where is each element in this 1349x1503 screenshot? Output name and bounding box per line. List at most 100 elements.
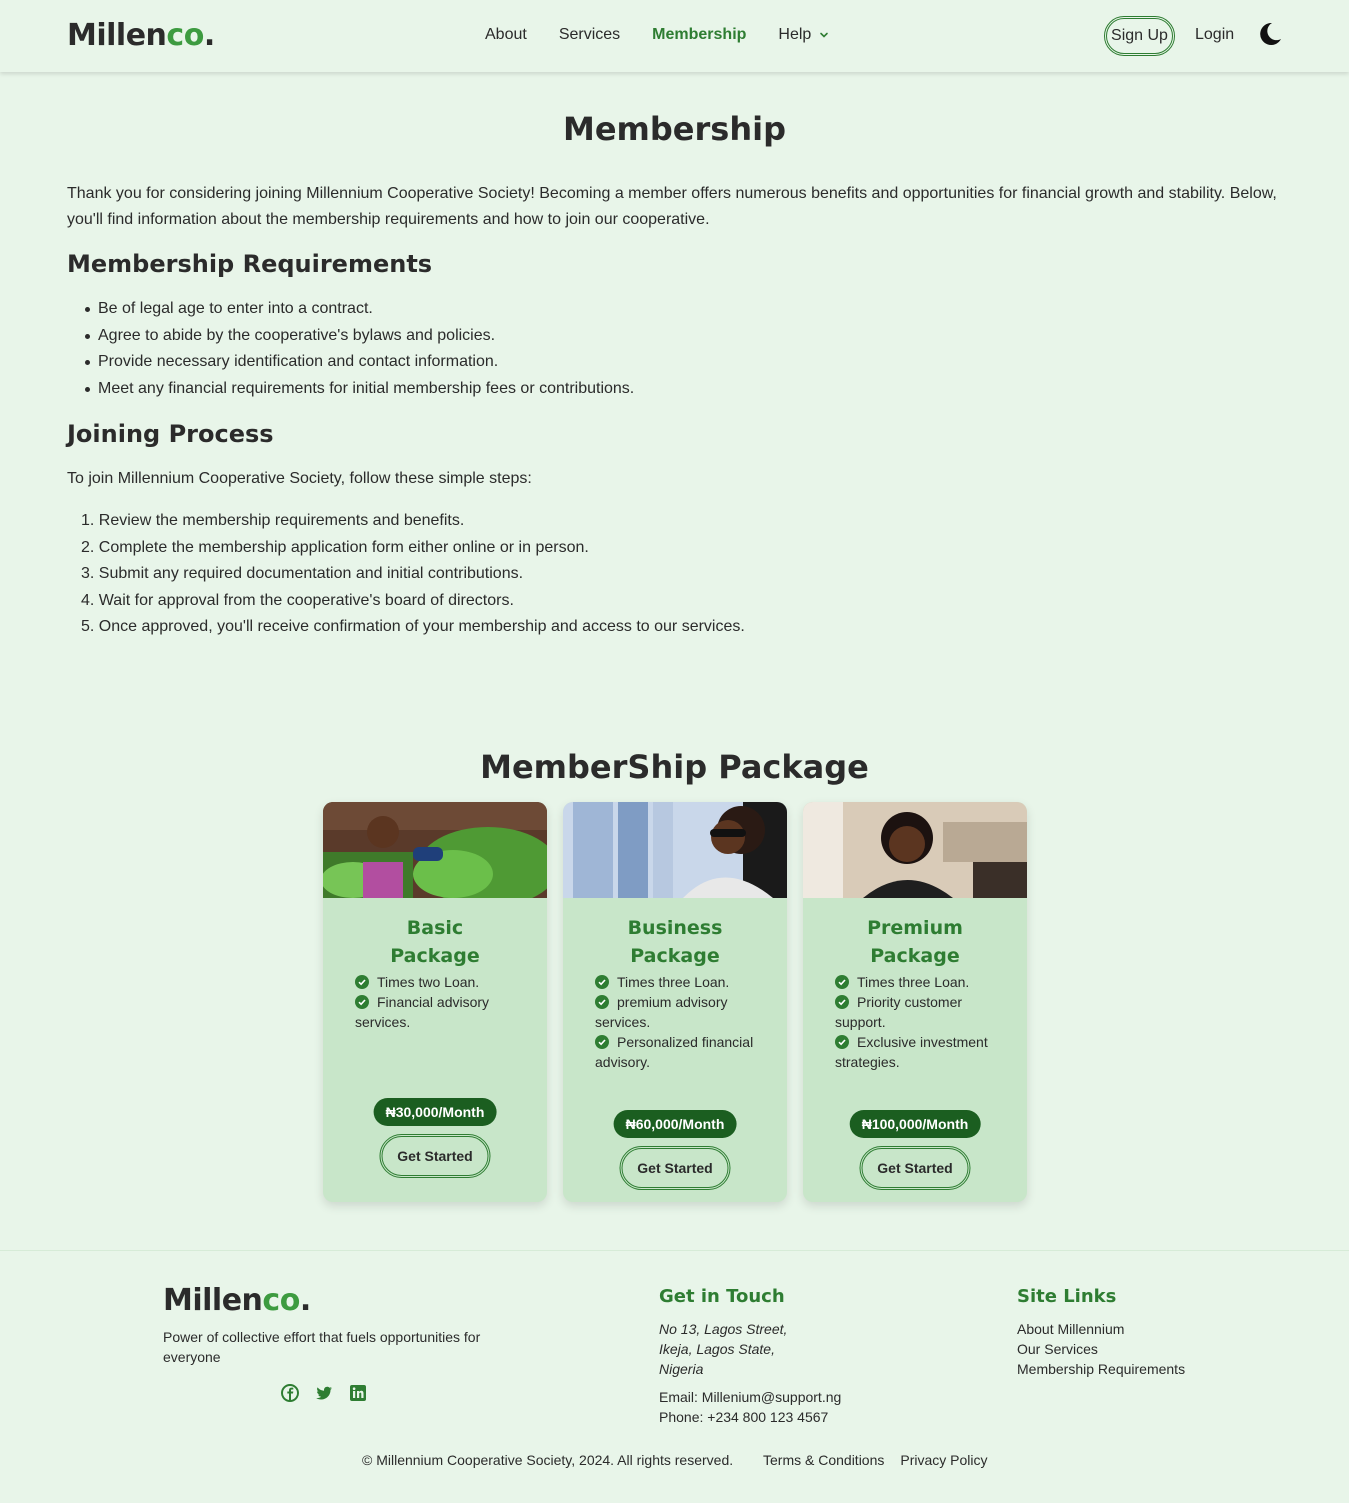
price-badge: ₦30,000/Month [373,1098,497,1126]
get-started-button[interactable]: Get Started [619,1146,731,1190]
feature-text: premium advisory services. [595,994,728,1030]
footer-email[interactable]: Email: Millenium@support.ng [659,1387,841,1407]
logo-main-text: Millen [163,1283,263,1318]
footer-tagline: Power of collective effort that fuels op… [163,1329,481,1365]
page-title: Membership [563,110,786,148]
package-name: Premium Package [867,917,963,967]
feature-item: Personalized financial advisory. [595,1032,757,1072]
check-circle-icon [355,995,369,1009]
footer-logo[interactable]: Millenco. [163,1283,311,1318]
facebook-icon[interactable] [281,1384,299,1402]
logo-accent-text: co [166,18,204,53]
basic-package-image [323,802,547,898]
package-card-premium: Premium Package Times three Loan. Priori… [803,802,1027,1202]
get-started-button[interactable]: Get Started [379,1134,491,1178]
logo-dot: . [299,1283,311,1318]
premium-package-image [803,802,1027,898]
list-item: 1. Review the membership requirements an… [81,512,465,529]
feature-item: Times three Loan. [835,972,997,992]
logo-accent-text: co [262,1283,300,1318]
list-item: Agree to abide by the cooperative's byla… [67,323,634,350]
package-card-business: Business Package Times three Loan. premi… [563,802,787,1202]
list-item: 4. Wait for approval from the cooperativ… [81,591,514,609]
legal-links: Terms & Conditions Privacy Policy [763,1452,988,1468]
twitter-icon[interactable] [315,1384,333,1402]
feature-text: Exclusive investment strategies. [835,1034,988,1070]
feature-text: Priority customer support. [835,994,963,1030]
logo-main-text: Millen [67,18,167,53]
list-item: 2. Complete the membership application f… [81,538,589,556]
nav-link-services[interactable]: Services [559,26,620,44]
login-link[interactable]: Login [1195,26,1234,44]
footer: Millenco. Power of collective effort tha… [0,1250,1349,1503]
address-line: Ikeja, Lagos State, [659,1341,775,1357]
feature-item: premium advisory services. [595,992,757,1032]
feature-item: Times two Loan. [355,972,517,992]
address-line: No 13, Lagos Street, [659,1321,788,1337]
feature-text: Financial advisory services. [355,994,490,1030]
list-item: 3. Submit any required documentation and… [81,565,524,582]
packages-title: MemberShip Package [480,748,869,786]
footer-contact: Email: Millenium@support.ng Phone: +234 … [659,1387,841,1427]
steps-list: 1. Review the membership requirements an… [67,508,745,641]
check-circle-icon [595,975,609,989]
linkedin-icon[interactable] [349,1384,367,1402]
package-card-basic: Basic Package Times two Loan. Financial … [323,802,547,1202]
feature-item: Times three Loan. [595,972,757,992]
nav-link-membership[interactable]: Membership [652,26,746,44]
requirements-heading: Membership Requirements [67,250,433,278]
privacy-link[interactable]: Privacy Policy [900,1452,987,1468]
feature-item: Priority customer support. [835,992,997,1032]
check-circle-icon [835,975,849,989]
signup-button[interactable]: Sign Up [1104,16,1175,56]
price-badge: ₦100,000/Month [849,1110,981,1138]
feature-list: Times three Loan. premium advisory servi… [563,972,787,1072]
feature-item: Exclusive investment strategies. [835,1032,997,1072]
moon-icon[interactable] [1256,20,1284,48]
brand-logo[interactable]: Millenco. [67,18,215,53]
list-item: 5. Once approved, you'll receive confirm… [81,618,745,635]
feature-list: Times two Loan. Financial advisory servi… [323,972,547,1032]
feature-text: Times three Loan. [617,974,730,990]
copyright-text: © Millennium Cooperative Society, 2024. … [362,1452,734,1468]
process-intro: To join Millennium Cooperative Society, … [67,470,532,487]
site-links: About Millennium Our Services Membership… [1017,1319,1185,1379]
process-heading: Joining Process [67,420,274,448]
address-line: Nigeria [659,1361,704,1377]
footer-phone[interactable]: Phone: +234 800 123 4567 [659,1407,841,1427]
list-item: Provide necessary identification and con… [67,349,634,376]
contact-heading: Get in Touch [659,1286,785,1307]
terms-link[interactable]: Terms & Conditions [763,1452,884,1468]
feature-text: Times three Loan. [857,974,970,990]
main-nav: About Services Membership Help [485,26,829,44]
nav-link-about[interactable]: About [485,26,527,44]
requirements-list: Be of legal age to enter into a contract… [67,296,634,402]
package-name: Business Package [627,917,723,967]
get-started-button[interactable]: Get Started [859,1146,971,1190]
site-links-heading: Site Links [1017,1286,1117,1307]
feature-text: Times two Loan. [377,974,480,990]
footer-link-about[interactable]: About Millennium [1017,1319,1185,1339]
feature-list: Times three Loan. Priority customer supp… [803,972,1027,1072]
check-circle-icon [835,995,849,1009]
list-item: Be of legal age to enter into a contract… [67,296,634,323]
check-circle-icon [595,1035,609,1049]
check-circle-icon [835,1035,849,1049]
footer-address: No 13, Lagos Street, Ikeja, Lagos State,… [659,1319,859,1379]
price-badge: ₦60,000/Month [613,1110,737,1138]
list-item: Meet any financial requirements for init… [67,376,634,403]
check-circle-icon [355,975,369,989]
logo-dot: . [203,18,215,53]
package-name: Basic Package [390,917,480,967]
navbar: Millenco. About Services Membership Help… [0,0,1349,72]
social-links [281,1384,367,1402]
footer-link-membership[interactable]: Membership Requirements [1017,1359,1185,1379]
feature-item: Financial advisory services. [355,992,517,1032]
feature-text: Personalized financial advisory. [595,1034,754,1070]
footer-link-services[interactable]: Our Services [1017,1339,1185,1359]
intro-paragraph: Thank you for considering joining Millen… [67,185,1277,228]
chevron-down-icon [820,32,829,38]
nav-link-help: Help [778,26,812,43]
nav-help-dropdown[interactable]: Help [778,26,829,44]
check-circle-icon [595,995,609,1009]
